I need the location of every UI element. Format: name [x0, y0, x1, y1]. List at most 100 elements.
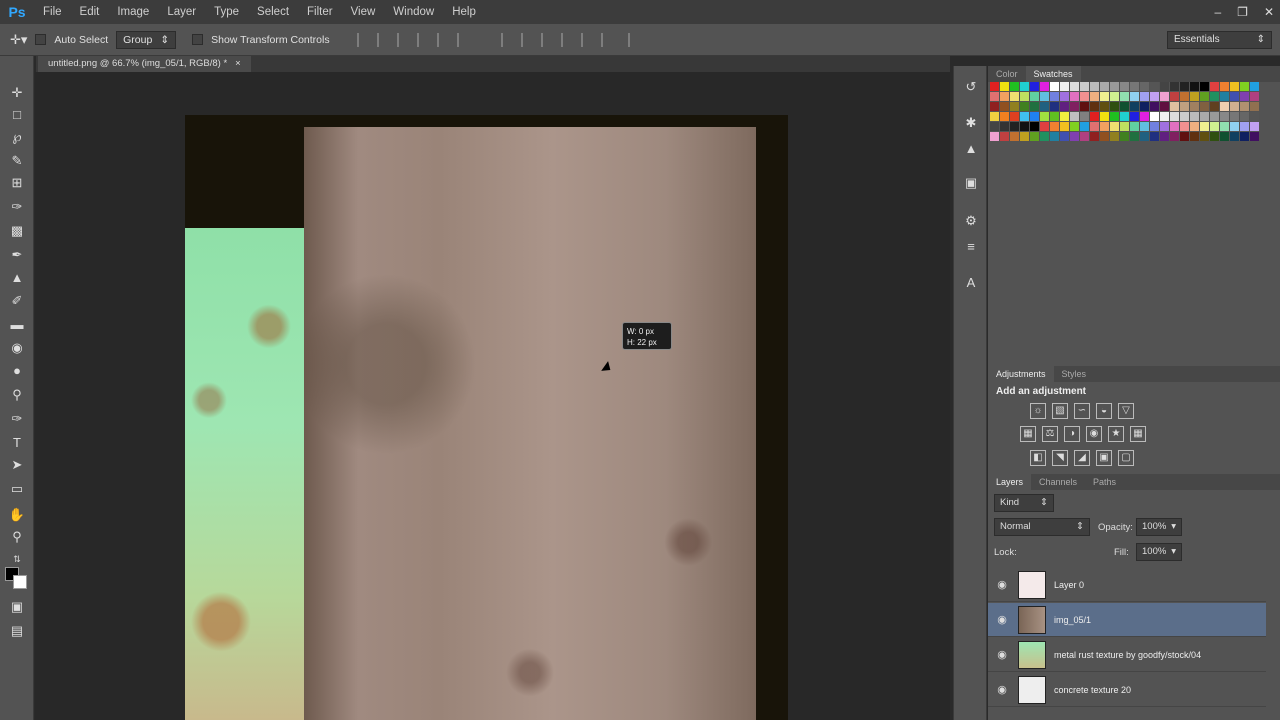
distribute-hcenter-icon[interactable] — [580, 32, 595, 47]
swatch[interactable] — [1180, 112, 1189, 121]
swatch[interactable] — [1200, 122, 1209, 131]
curves-icon[interactable]: ∽ — [1074, 403, 1090, 419]
swatch[interactable] — [1150, 82, 1159, 91]
align-left-icon[interactable] — [416, 32, 431, 47]
swatch[interactable] — [1100, 82, 1109, 91]
swatch[interactable] — [1220, 82, 1229, 91]
swatch[interactable] — [1240, 102, 1249, 111]
swatch[interactable] — [1120, 112, 1129, 121]
swatch[interactable] — [1150, 92, 1159, 101]
swatch[interactable] — [1060, 122, 1069, 131]
workspace-dropdown[interactable]: Essentials ⇕ — [1167, 31, 1272, 49]
invert-icon[interactable]: ◧ — [1030, 450, 1046, 466]
distribute-vcenter-icon[interactable] — [520, 32, 535, 47]
swatch[interactable] — [1110, 92, 1119, 101]
swatch[interactable] — [990, 82, 999, 91]
swatch[interactable] — [1020, 102, 1029, 111]
swatch[interactable] — [1180, 122, 1189, 131]
brush-presets-icon[interactable]: ✱ — [962, 114, 980, 132]
swatch[interactable] — [1010, 122, 1019, 131]
properties-icon[interactable]: ⚙ — [962, 212, 980, 230]
swatch[interactable] — [1140, 112, 1149, 121]
swatch[interactable] — [1000, 102, 1009, 111]
lasso-tool-icon[interactable]: ℘ — [8, 128, 26, 146]
swatch[interactable] — [1170, 102, 1179, 111]
swatch[interactable] — [1010, 92, 1019, 101]
swatch[interactable] — [1120, 92, 1129, 101]
eye-icon[interactable]: ◉ — [988, 683, 1016, 696]
swatch[interactable] — [1200, 82, 1209, 91]
quick-select-tool-icon[interactable]: ✎ — [8, 152, 26, 170]
path-select-tool-icon[interactable]: ➤ — [8, 456, 26, 474]
pen-tool-icon[interactable]: ✑ — [8, 410, 26, 428]
swatch[interactable] — [1100, 102, 1109, 111]
swatch[interactable] — [1040, 92, 1049, 101]
swatch[interactable] — [1000, 112, 1009, 121]
healing-brush-icon[interactable]: ▩ — [8, 222, 26, 240]
swatch[interactable] — [1190, 112, 1199, 121]
swatch[interactable] — [1250, 122, 1259, 131]
swatch[interactable] — [1000, 92, 1009, 101]
blur-tool-icon[interactable]: ● — [8, 362, 26, 380]
swatch[interactable] — [1060, 132, 1069, 141]
document-tab[interactable]: untitled.png @ 66.7% (img_05/1, RGB/8) *… — [38, 56, 251, 72]
swatch[interactable] — [1140, 122, 1149, 131]
swatch[interactable] — [1240, 82, 1249, 91]
swatch[interactable] — [1230, 82, 1239, 91]
swatch[interactable] — [1050, 122, 1059, 131]
tab-swatches[interactable]: Swatches — [1025, 66, 1081, 82]
move-tool-icon[interactable]: ✛▾ — [10, 32, 27, 48]
show-transform-checkbox[interactable] — [192, 34, 204, 45]
restore-icon[interactable]: ❐ — [1237, 5, 1248, 19]
swatch[interactable] — [1240, 132, 1249, 141]
swatch[interactable] — [1010, 82, 1019, 91]
swatch[interactable] — [1090, 92, 1099, 101]
swatch[interactable] — [1170, 122, 1179, 131]
canvas-area[interactable] — [35, 72, 950, 720]
swatch[interactable] — [1080, 82, 1089, 91]
swatch[interactable] — [1030, 92, 1039, 101]
swatch[interactable] — [1160, 112, 1169, 121]
vibrance-icon[interactable]: ▽ — [1118, 403, 1134, 419]
concrete-texture-layer[interactable] — [304, 127, 756, 720]
swatch[interactable] — [1160, 92, 1169, 101]
swatch[interactable] — [1030, 102, 1039, 111]
swatch[interactable] — [1230, 92, 1239, 101]
swatch[interactable] — [1010, 112, 1019, 121]
swatch[interactable] — [1080, 132, 1089, 141]
swatch[interactable] — [1050, 132, 1059, 141]
crop-tool-icon[interactable]: ⊞ — [8, 174, 26, 192]
swatch[interactable] — [1100, 92, 1109, 101]
swatch[interactable] — [1040, 112, 1049, 121]
swatch[interactable] — [1060, 92, 1069, 101]
character-icon[interactable]: A — [962, 274, 980, 292]
tab-styles[interactable]: Styles — [1054, 366, 1095, 382]
tool-presets-icon[interactable]: ▣ — [962, 174, 980, 192]
gradient-tool-icon[interactable]: ◉ — [8, 339, 26, 357]
eye-icon[interactable]: ◉ — [988, 613, 1016, 626]
swatch[interactable] — [1190, 122, 1199, 131]
swatch[interactable] — [1060, 112, 1069, 121]
swatch[interactable] — [1090, 82, 1099, 91]
swatch[interactable] — [1120, 102, 1129, 111]
swatch[interactable] — [1160, 122, 1169, 131]
swatch[interactable] — [1220, 132, 1229, 141]
swatch[interactable] — [1110, 82, 1119, 91]
menu-help[interactable]: Help — [443, 0, 485, 24]
swatch[interactable] — [1210, 92, 1219, 101]
swatch[interactable] — [1030, 132, 1039, 141]
swatch[interactable] — [1070, 122, 1079, 131]
swatch[interactable] — [1130, 122, 1139, 131]
close-icon[interactable]: ✕ — [1264, 5, 1274, 19]
layer-row[interactable]: ◉ img_05/1 — [988, 603, 1266, 637]
tab-paths[interactable]: Paths — [1085, 474, 1124, 490]
swatch[interactable] — [1100, 132, 1109, 141]
dodge-tool-icon[interactable]: ⚲ — [8, 386, 26, 404]
photo-filter-icon[interactable]: ◉ — [1086, 426, 1102, 442]
align-bottom-icon[interactable] — [396, 32, 411, 47]
swatch[interactable] — [1170, 112, 1179, 121]
eye-icon[interactable]: ◉ — [988, 648, 1016, 661]
auto-select-checkbox[interactable] — [35, 34, 47, 45]
swatch[interactable] — [1000, 132, 1009, 141]
swatch[interactable] — [1090, 102, 1099, 111]
